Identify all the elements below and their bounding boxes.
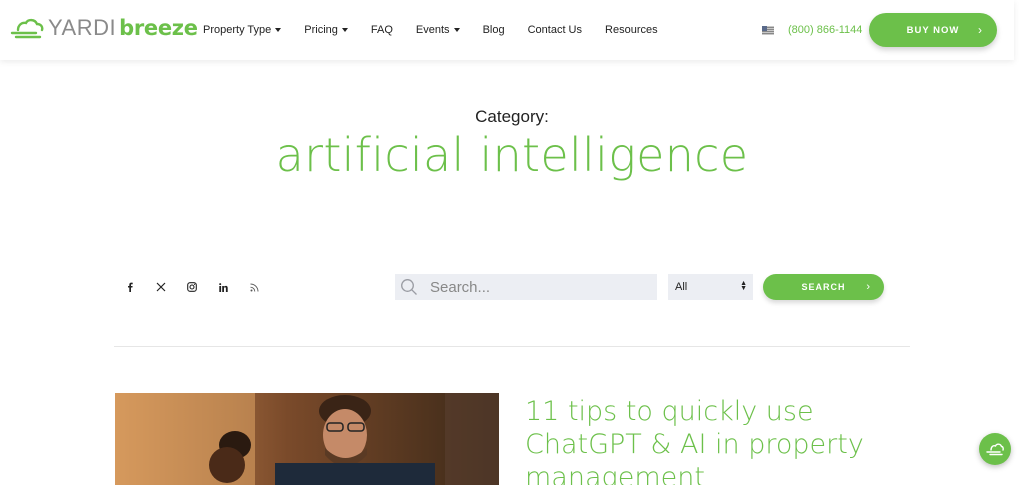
nav-label: Property Type: [203, 24, 272, 36]
search-field: [395, 274, 657, 300]
logo-yardi-text: YARDI: [48, 15, 117, 40]
nav-pricing[interactable]: Pricing: [304, 24, 348, 36]
cloud-logo-icon: [10, 18, 44, 39]
nav-faq[interactable]: FAQ: [371, 24, 393, 36]
yardi-breeze-logo[interactable]: YARDI breeze: [10, 14, 198, 42]
logo-breeze-text: breeze: [119, 16, 198, 40]
category-title: artificial intelligence: [275, 128, 749, 182]
caret-down-icon: [275, 28, 282, 32]
site-header: YARDI breeze Property Type Pricing FAQ E…: [0, 0, 1014, 60]
us-flag-icon[interactable]: [762, 26, 774, 35]
search-icon: [401, 279, 417, 295]
nav-label: FAQ: [370, 24, 393, 36]
search-button[interactable]: SEARCH ›: [763, 274, 884, 300]
nav-label: Blog: [482, 24, 505, 36]
caret-down-icon: [341, 28, 348, 32]
caret-down-icon: [453, 28, 460, 32]
phone-link[interactable]: (800) 866-1144: [788, 24, 862, 36]
nav-blog[interactable]: Blog: [483, 24, 505, 36]
x-twitter-icon[interactable]: [153, 279, 169, 295]
search-input[interactable]: [430, 278, 630, 296]
nav-contact-us[interactable]: Contact Us: [528, 24, 582, 36]
nav-property-type[interactable]: Property Type: [203, 24, 282, 36]
category-filter-select[interactable]: All ▲ ▼: [668, 274, 753, 300]
article-photo: [115, 393, 499, 485]
chevron-right-icon: ›: [978, 23, 983, 37]
main-nav: Property Type Pricing FAQ Events Blog Co…: [203, 0, 681, 60]
select-arrows-icon: ▲ ▼: [740, 280, 747, 292]
facebook-icon[interactable]: [122, 279, 138, 295]
section-divider: [114, 346, 910, 347]
article-thumbnail[interactable]: [115, 393, 499, 485]
cloud-chat-icon: [986, 443, 1004, 456]
nav-label: Events: [415, 24, 450, 36]
nav-events[interactable]: Events: [416, 24, 460, 36]
select-value: All: [675, 281, 688, 293]
nav-resources[interactable]: Resources: [605, 24, 658, 36]
chat-widget-button[interactable]: [979, 433, 1011, 465]
category-label: Category:: [475, 107, 549, 126]
article-title-link[interactable]: 11 tips to quickly use ChatGPT & AI in p…: [525, 395, 885, 485]
search-button-label: SEARCH: [801, 282, 846, 292]
nav-label: Contact Us: [527, 24, 583, 36]
social-links: [122, 279, 277, 295]
linkedin-icon[interactable]: [215, 279, 231, 295]
chevron-right-icon: ›: [866, 281, 871, 293]
instagram-icon[interactable]: [184, 279, 200, 295]
buy-now-label: BUY NOW: [906, 24, 960, 36]
rss-icon[interactable]: [246, 279, 262, 295]
nav-label: Resources: [605, 24, 658, 36]
nav-label: Pricing: [304, 24, 338, 36]
buy-now-button[interactable]: BUY NOW ›: [869, 13, 997, 47]
